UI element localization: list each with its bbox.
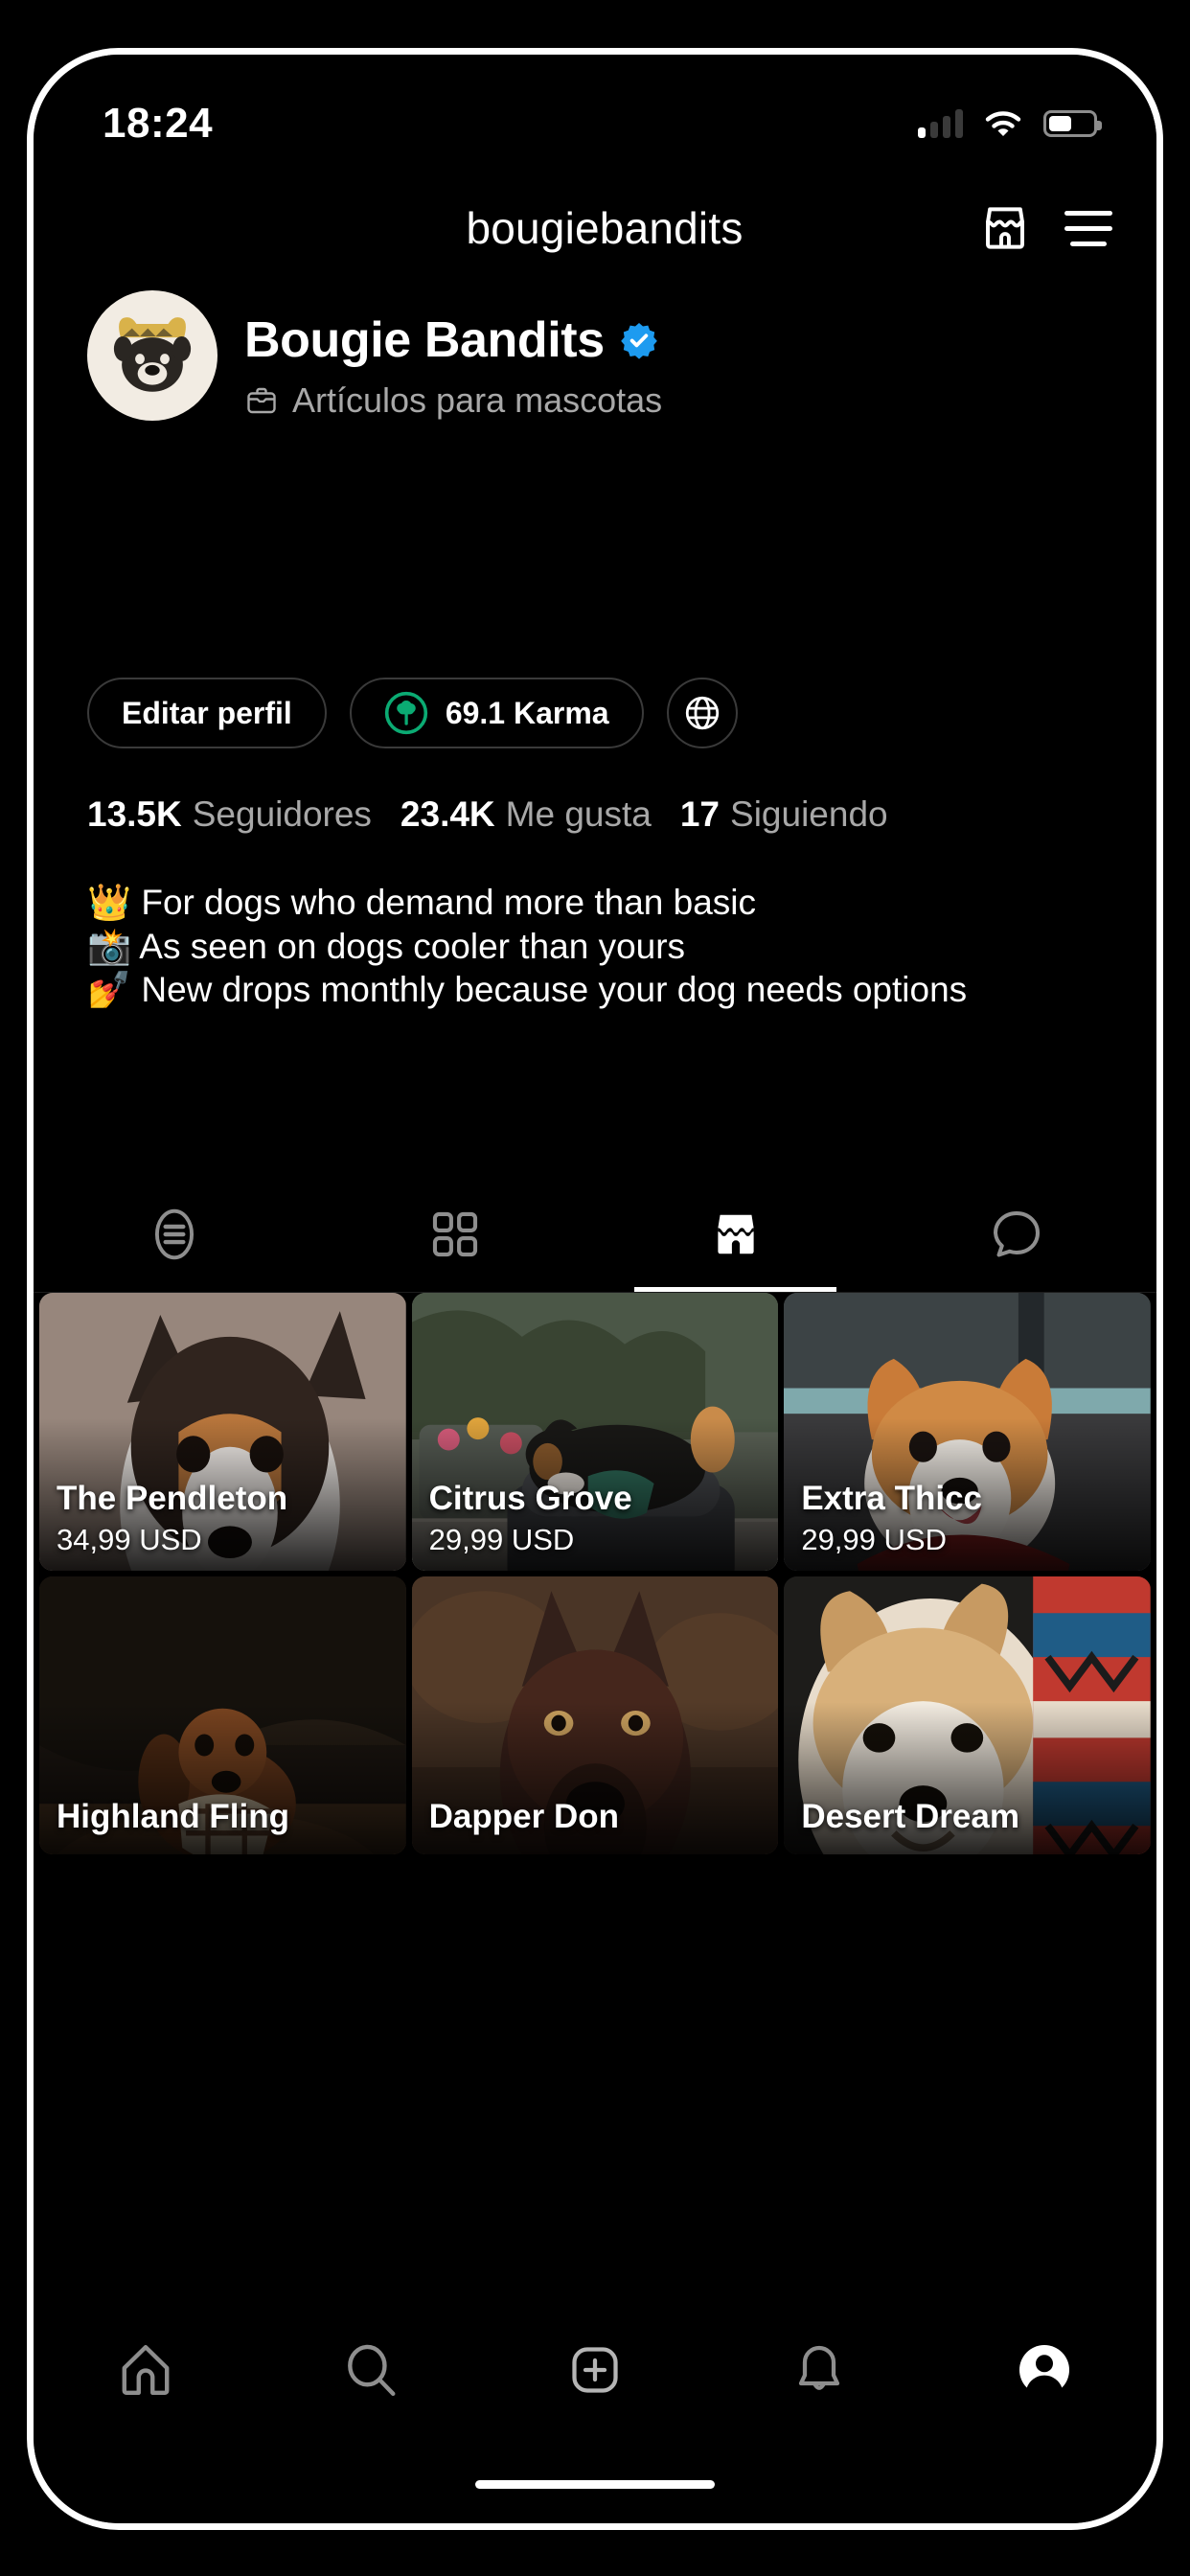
- header-actions: [978, 201, 1112, 255]
- product-name: The Pendleton: [57, 1479, 288, 1517]
- verified-badge-icon: [620, 323, 657, 359]
- nav-home[interactable]: [34, 2340, 258, 2400]
- product-price: 29,99 USD: [428, 1523, 575, 1556]
- profile-category-label: Artículos para mascotas: [292, 380, 663, 420]
- bottom-navigation-bar: [34, 2309, 1156, 2431]
- product-price: 29,99 USD: [801, 1523, 947, 1556]
- home-indicator: [475, 2480, 715, 2489]
- header-username: bougiebandits: [466, 203, 744, 253]
- storefront-icon[interactable]: [978, 201, 1032, 255]
- avatar[interactable]: [87, 290, 217, 421]
- globe-icon: [685, 696, 719, 730]
- plus-square-icon: [572, 2347, 618, 2393]
- stat-likes-label: Me gusta: [505, 794, 652, 834]
- stat-following-value: 17: [679, 794, 721, 834]
- product-card[interactable]: Highland Fling: [39, 1576, 406, 1854]
- grid-icon: [432, 1211, 477, 1256]
- tab-grid[interactable]: [314, 1176, 595, 1292]
- stat-followers-label: Seguidores: [192, 794, 372, 834]
- phone-device-frame: 18:24 bougiebandits Bougie Bandits Artíc…: [27, 48, 1163, 2530]
- bio-line: 💅 New drops monthly because your dog nee…: [87, 970, 968, 1009]
- chat-bubble-icon: [993, 1210, 1040, 1256]
- bell-icon: [799, 2345, 840, 2390]
- profile-header: Bougie Bandits Artículos para mascotas: [34, 290, 1156, 421]
- cellular-signal-icon: [918, 109, 963, 138]
- hamburger-menu-icon[interactable]: [1064, 210, 1112, 246]
- nav-search[interactable]: [258, 2340, 482, 2400]
- product-name: Extra Thicc: [801, 1479, 983, 1517]
- list-feed-icon: [154, 1208, 194, 1259]
- product-card[interactable]: Desert Dream: [784, 1576, 1151, 1854]
- product-price: 34,99 USD: [57, 1523, 202, 1556]
- product-name: Highland Fling: [57, 1797, 290, 1835]
- stat-likes[interactable]: 23.4K Me gusta: [400, 794, 652, 835]
- product-name: Citrus Grove: [428, 1479, 632, 1517]
- status-bar-icons: [918, 109, 1102, 138]
- person-avatar-icon: [1018, 2345, 1069, 2396]
- stat-following[interactable]: 17 Siguiendo: [680, 794, 888, 835]
- product-card[interactable]: Citrus Grove 29,99 USD: [411, 1293, 779, 1571]
- product-card[interactable]: Dapper Don: [411, 1576, 779, 1854]
- profile-category: Artículos para mascotas: [244, 380, 662, 421]
- page-title: Bougie Bandits: [244, 312, 605, 368]
- profile-stats: 13.5K Seguidores 23.4K Me gusta 17 Sigui…: [34, 794, 1156, 835]
- stat-followers-value: 13.5K: [87, 794, 182, 834]
- website-globe-button[interactable]: [666, 678, 738, 748]
- profile-tab-bar: [34, 1176, 1156, 1293]
- stat-followers[interactable]: 13.5K Seguidores: [87, 794, 372, 835]
- profile-name-block: Bougie Bandits Artículos para mascotas: [244, 290, 662, 421]
- app-screen: 18:24 bougiebandits Bougie Bandits Artíc…: [34, 55, 1156, 2523]
- profile-avatar-bulldog: [113, 317, 192, 392]
- bio-line: 👑 For dogs who demand more than basic: [87, 883, 757, 922]
- karma-label: 69.1 Karma: [445, 695, 609, 730]
- shop-product-grid: The Pendleton 34,99 USD Citrus Grove 29,…: [34, 1293, 1156, 2343]
- product-name: Dapper Don: [428, 1797, 620, 1835]
- tab-shop[interactable]: [595, 1176, 876, 1292]
- tree-karma-icon: [384, 691, 427, 735]
- wifi-icon: [985, 111, 1021, 136]
- briefcase-icon: [247, 387, 276, 414]
- product-card[interactable]: Extra Thicc 29,99 USD: [784, 1293, 1151, 1571]
- nav-create[interactable]: [483, 2341, 707, 2399]
- battery-icon: [1043, 110, 1102, 137]
- edit-profile-button[interactable]: Editar perfil: [87, 678, 327, 748]
- tab-feed[interactable]: [34, 1176, 314, 1292]
- home-icon: [122, 2345, 170, 2395]
- storefront-icon: [717, 1214, 754, 1254]
- status-bar-time: 18:24: [103, 100, 214, 147]
- search-icon: [347, 2344, 396, 2396]
- profile-action-buttons: Editar perfil 69.1 Karma: [34, 678, 1156, 748]
- karma-button[interactable]: 69.1 Karma: [349, 678, 644, 748]
- app-header: bougiebandits: [34, 168, 1156, 288]
- tab-tagged[interactable]: [876, 1176, 1156, 1292]
- bio-line: 📸 As seen on dogs cooler than yours: [87, 926, 686, 966]
- product-name: Desert Dream: [801, 1797, 1019, 1835]
- nav-activity[interactable]: [707, 2341, 931, 2399]
- status-bar: 18:24: [34, 55, 1156, 168]
- profile-bio: 👑 For dogs who demand more than basic 📸 …: [34, 881, 1156, 1012]
- product-card[interactable]: The Pendleton 34,99 USD: [39, 1293, 406, 1571]
- nav-profile[interactable]: [932, 2341, 1156, 2399]
- stat-likes-value: 23.4K: [400, 794, 495, 834]
- stat-following-label: Siguiendo: [730, 794, 888, 834]
